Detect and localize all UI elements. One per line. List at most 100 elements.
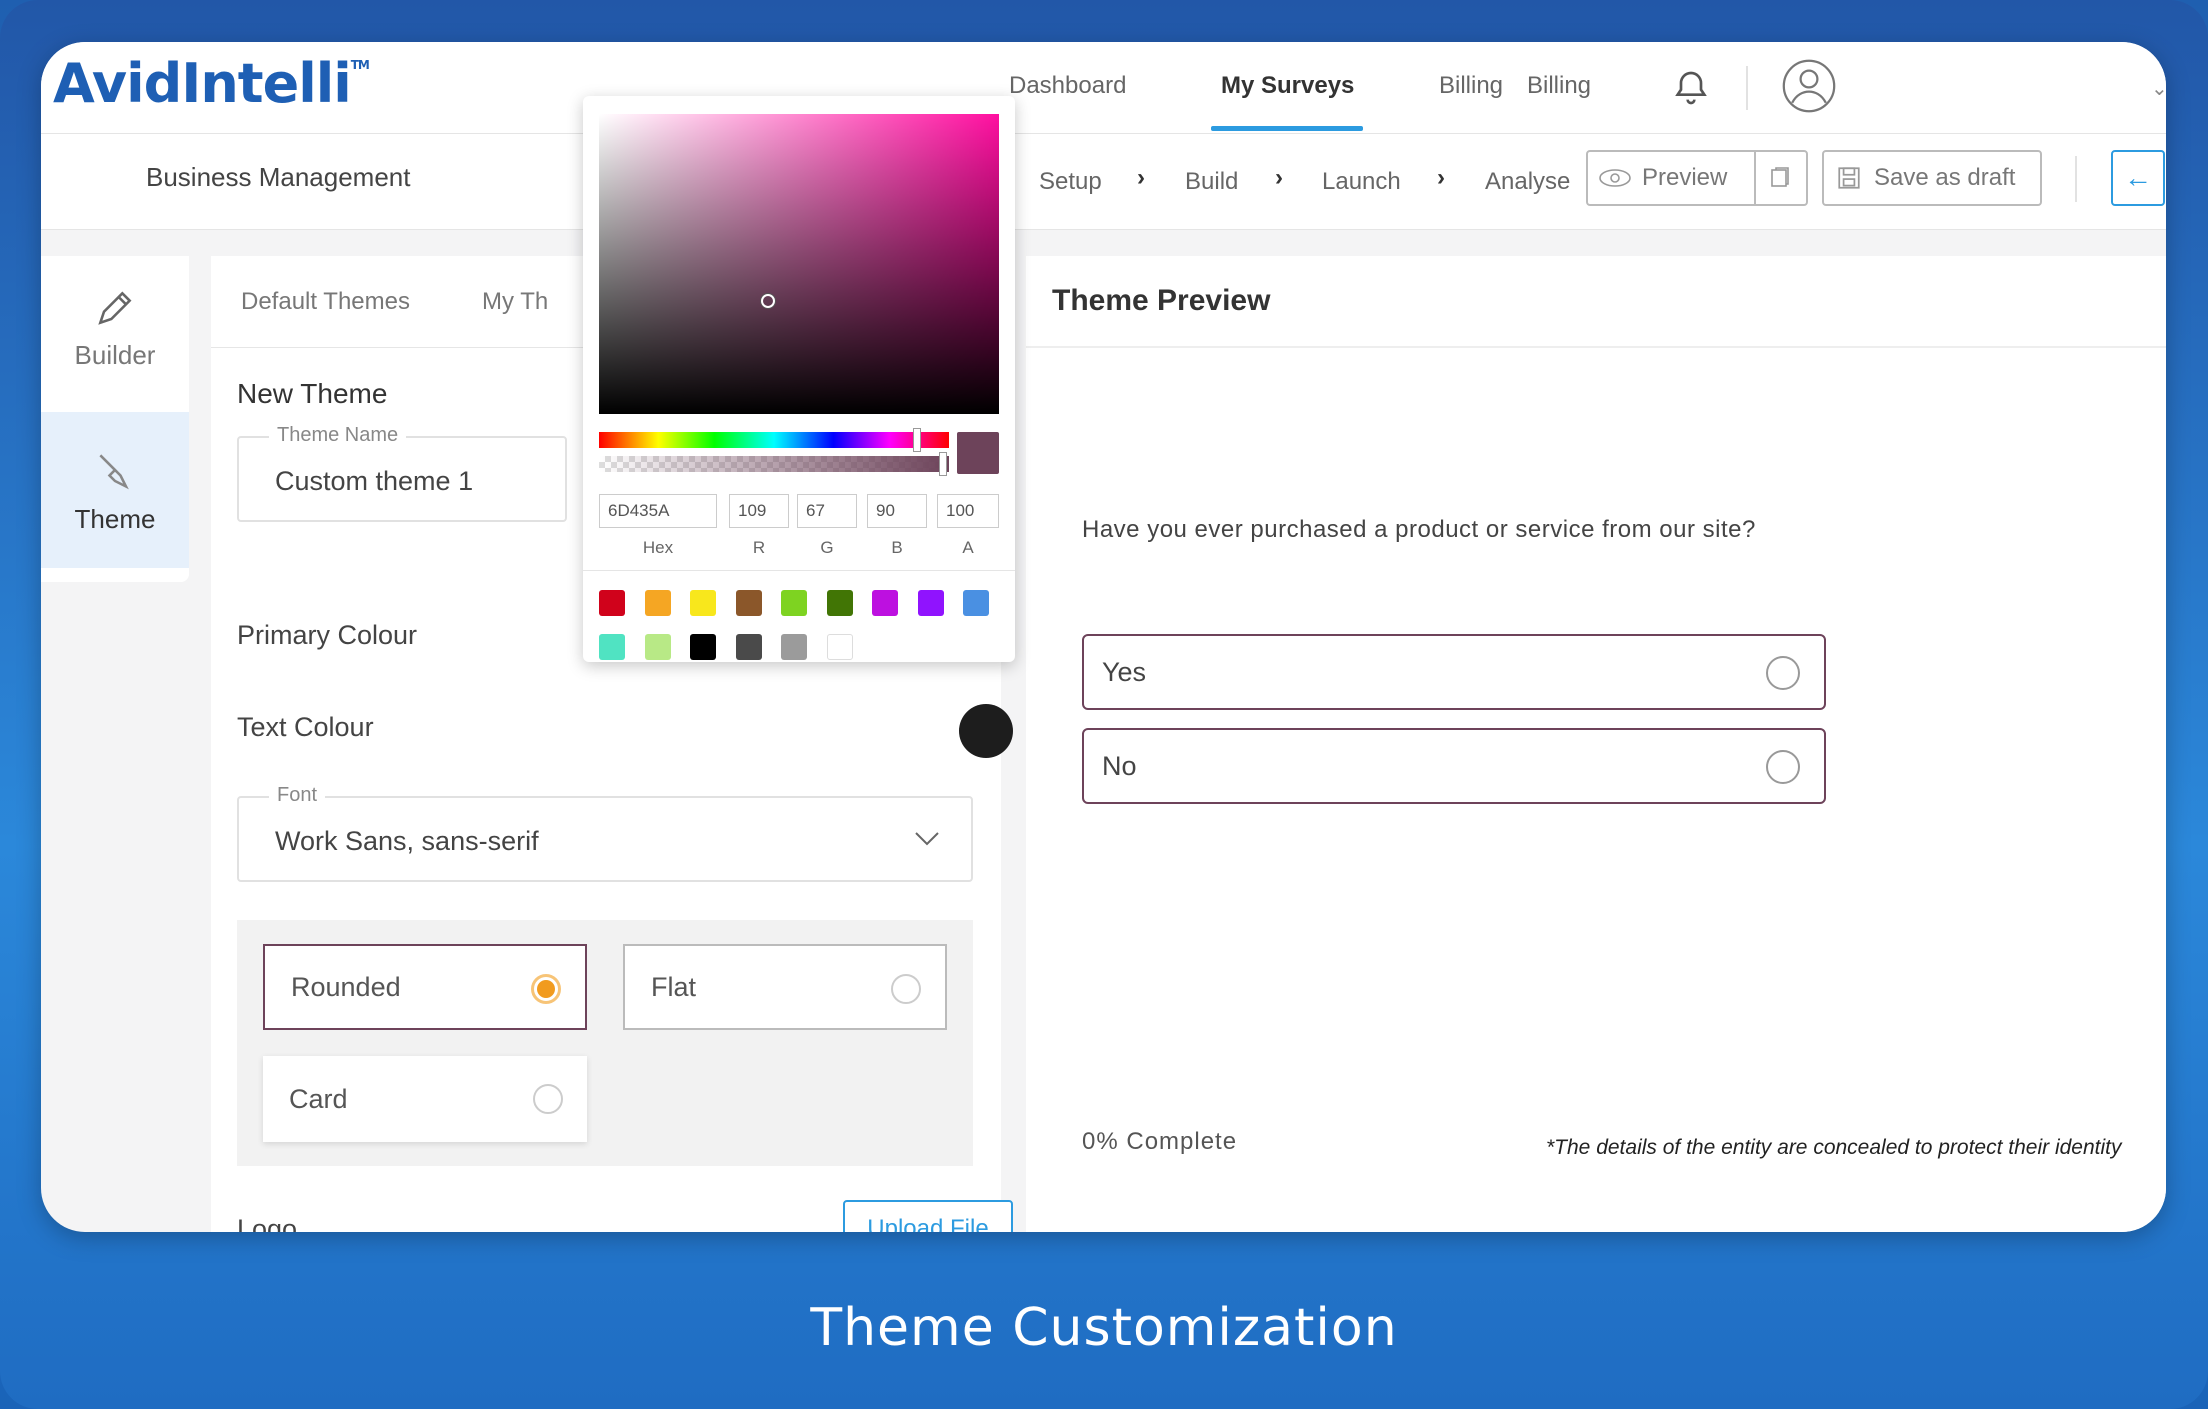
shape-label-rounded: Rounded — [291, 971, 401, 1002]
eye-icon — [1599, 169, 1631, 187]
preview-button[interactable]: Preview — [1586, 150, 1808, 206]
color-swatch[interactable] — [872, 590, 898, 616]
color-swatch[interactable] — [826, 590, 853, 616]
tab-my-themes[interactable]: My Th — [482, 288, 548, 316]
preview-title: Theme Preview — [1052, 284, 1271, 317]
nav-dashboard[interactable]: Dashboard — [1009, 72, 1126, 100]
rail-label-builder: Builder — [74, 340, 156, 370]
color-swatch[interactable] — [735, 590, 762, 616]
b-label: B — [891, 538, 903, 557]
disclaimer-note: *The details of the entity are concealed… — [1546, 1136, 2122, 1159]
step-launch[interactable]: Launch — [1322, 168, 1401, 196]
active-nav-indicator — [1211, 126, 1363, 131]
hue-handle[interactable] — [913, 428, 921, 452]
color-swatch[interactable] — [963, 590, 989, 616]
text-colour-label: Text Colour — [237, 712, 374, 742]
g-input[interactable]: 67 — [797, 494, 857, 528]
theme-name-legend: Theme Name — [269, 424, 407, 447]
upload-file-button[interactable]: Upload File — [843, 1200, 1013, 1232]
preview-label: Preview — [1642, 164, 1728, 191]
color-swatch[interactable] — [735, 634, 762, 660]
radio-card[interactable] — [533, 1084, 563, 1114]
step-build[interactable]: Build — [1185, 168, 1238, 196]
r-input[interactable]: 109 — [729, 494, 789, 528]
a-label: A — [962, 538, 974, 557]
color-swatch[interactable] — [599, 590, 625, 616]
nav-billing[interactable]: Billing — [1439, 72, 1503, 100]
primary-colour-label: Primary Colour — [237, 620, 418, 650]
saturation-cursor[interactable] — [761, 294, 775, 308]
radio-rounded[interactable] — [531, 974, 561, 1004]
picker-divider — [583, 570, 1015, 571]
survey-title: Business Management — [146, 162, 411, 192]
bell-icon[interactable] — [1671, 68, 1711, 108]
font-legend: Font — [269, 784, 326, 807]
copy-icon[interactable] — [1768, 166, 1792, 190]
hex-input[interactable]: 6D435A — [599, 494, 717, 528]
back-arrow-button[interactable]: ← — [2111, 150, 2165, 206]
save-draft-button[interactable]: Save as draft — [1822, 150, 2042, 206]
radio-yes[interactable] — [1766, 656, 1800, 690]
color-swatch[interactable] — [917, 590, 944, 616]
shape-options: Rounded Flat Card — [237, 920, 973, 1166]
color-swatch[interactable] — [599, 634, 625, 660]
saturation-area[interactable] — [599, 114, 999, 414]
chevron-down-icon[interactable]: ⌄ — [2151, 76, 2166, 101]
arrow-left-icon: ← — [2124, 162, 2152, 193]
b-input[interactable]: 90 — [867, 494, 927, 528]
top-navbar: AvidIntelliTM Dashboard My Surveys Billi… — [41, 42, 2166, 134]
answer-option-yes[interactable]: Yes — [1082, 634, 1826, 710]
alpha-handle[interactable] — [939, 452, 947, 476]
color-swatch[interactable] — [690, 590, 716, 616]
font-select[interactable]: Font Work Sans, sans-serif — [237, 784, 973, 882]
alpha-slider[interactable] — [599, 456, 949, 472]
shape-label-card: Card — [289, 1083, 348, 1114]
answer-option-no[interactable]: No — [1082, 728, 1826, 804]
shape-option-card[interactable]: Card — [263, 1056, 587, 1142]
radio-flat[interactable] — [891, 974, 921, 1004]
user-avatar-icon[interactable] — [1781, 58, 1837, 114]
radio-no[interactable] — [1766, 750, 1800, 784]
answer-label-yes: Yes — [1102, 656, 1147, 687]
survey-subheader: Business Management Setup › Build › Laun… — [41, 134, 2166, 230]
save-icon — [1838, 167, 1860, 189]
color-swatch[interactable] — [690, 634, 716, 660]
rail-label-theme: Theme — [74, 504, 156, 534]
section-title: New Theme — [237, 378, 388, 409]
color-swatch[interactable] — [781, 590, 807, 616]
color-swatch[interactable] — [781, 634, 807, 660]
logo-label: Logo — [237, 1214, 298, 1232]
r-label: R — [752, 538, 766, 557]
step-analyse[interactable]: Analyse — [1485, 168, 1570, 196]
survey-question: Have you ever purchased a product or ser… — [1082, 516, 1756, 543]
color-picker-popover: 6D435A 109 67 90 100 Hex R G B A — [583, 96, 1015, 662]
rail-item-theme[interactable]: Theme — [41, 412, 189, 568]
chevron-right-icon: › — [1275, 164, 1283, 191]
shape-label-flat: Flat — [651, 971, 697, 1002]
chevron-right-icon: › — [1137, 164, 1145, 191]
preview-divider — [1026, 346, 2166, 348]
a-input[interactable]: 100 — [937, 494, 999, 528]
answer-label-no: No — [1102, 750, 1137, 781]
logo-mark: TM — [350, 58, 370, 72]
shape-option-flat[interactable]: Flat — [623, 944, 947, 1030]
nav-my-surveys[interactable]: My Surveys — [1221, 72, 1354, 100]
color-swatch[interactable] — [826, 634, 853, 660]
theme-name-field[interactable]: Theme Name Custom theme 1 — [237, 424, 567, 522]
left-rail: Builder Theme — [41, 256, 189, 582]
hue-slider[interactable] — [599, 432, 949, 448]
current-color-swatch — [957, 432, 999, 474]
rail-item-builder[interactable]: Builder — [41, 256, 189, 412]
color-swatch[interactable] — [644, 590, 671, 616]
step-setup[interactable]: Setup — [1039, 168, 1102, 196]
header-divider — [1746, 66, 1748, 110]
tab-default-themes[interactable]: Default Themes — [241, 288, 410, 316]
nav-billing-2[interactable]: Billing — [1527, 72, 1591, 100]
brand-logo[interactable]: AvidIntelliTM — [53, 52, 370, 115]
text-colour-swatch[interactable] — [959, 704, 1013, 758]
theme-preview-panel: Theme Preview Have you ever purchased a … — [1026, 256, 2166, 1232]
logo-text: AvidIntelli — [53, 52, 352, 115]
caption: Theme Customization — [810, 1298, 1398, 1358]
shape-option-rounded[interactable]: Rounded — [263, 944, 587, 1030]
color-swatch[interactable] — [644, 634, 671, 660]
